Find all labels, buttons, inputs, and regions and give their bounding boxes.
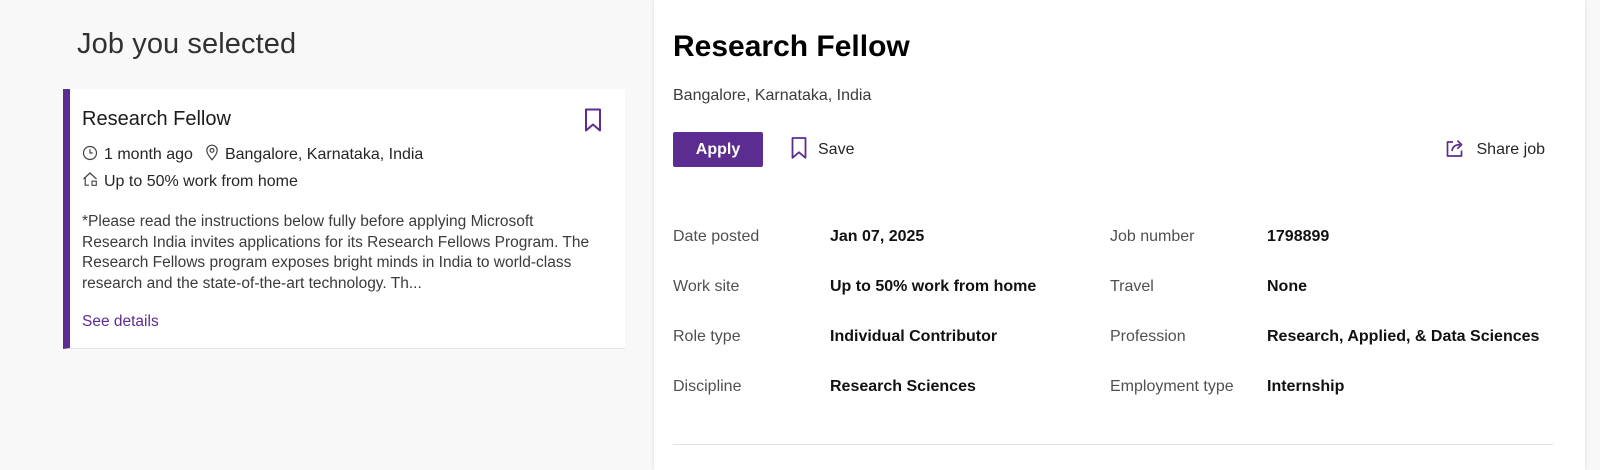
apply-button[interactable]: Apply	[673, 132, 763, 167]
field-label: Work site	[673, 278, 740, 295]
share-label: Share job	[1476, 141, 1546, 158]
share-job-button[interactable]: Share job	[1444, 136, 1546, 164]
job-card-worksite-label: Up to 50% work from home	[104, 172, 298, 190]
location-pin-icon	[205, 144, 219, 166]
field-discipline: Discipline Research Sciences	[673, 378, 976, 396]
job-card-description: *Please read the instructions below full…	[82, 213, 590, 292]
field-travel: Travel None	[1110, 278, 1307, 296]
field-employment-type: Employment type Internship	[1110, 378, 1344, 396]
clock-icon	[82, 145, 98, 166]
field-value: 1798899	[1267, 228, 1330, 245]
save-button[interactable]: Save	[790, 136, 854, 164]
job-card-title[interactable]: Research Fellow	[82, 108, 231, 131]
field-value: Up to 50% work from home	[830, 278, 1037, 295]
job-detail-panel: Research Fellow Bangalore, Karnataka, In…	[654, 0, 1585, 470]
bookmark-icon	[790, 136, 808, 165]
field-label: Travel	[1110, 278, 1154, 295]
field-value: Individual Contributor	[830, 328, 998, 345]
job-card[interactable]: Research Fellow 1 month ago Bangalore, K…	[63, 89, 625, 349]
field-label: Discipline	[673, 378, 742, 395]
field-label: Job number	[1110, 228, 1195, 245]
field-value: Jan 07, 2025	[830, 228, 925, 245]
job-card-meta: 1 month ago Bangalore, Karnataka, India	[82, 144, 423, 166]
field-label: Employment type	[1110, 378, 1234, 395]
see-details-link[interactable]: See details	[82, 313, 159, 331]
home-work-icon	[82, 171, 98, 192]
job-card-location: Bangalore, Karnataka, India	[224, 146, 424, 163]
selected-job-panel: Job you selected Research Fellow 1 month…	[0, 0, 650, 470]
field-value: Internship	[1267, 378, 1345, 395]
bookmark-icon[interactable]	[583, 107, 603, 133]
field-label: Role type	[673, 328, 741, 345]
selected-job-heading: Job you selected	[77, 28, 297, 60]
field-date-posted: Date posted Jan 07, 2025	[673, 228, 924, 246]
field-role-type: Role type Individual Contributor	[673, 328, 997, 346]
field-value: Research Sciences	[830, 378, 976, 395]
job-card-worksite: Up to 50% work from home	[82, 171, 298, 192]
field-label: Profession	[1110, 328, 1186, 345]
job-card-posted: 1 month ago	[104, 146, 193, 163]
job-detail-location: Bangalore, Karnataka, India	[673, 87, 872, 104]
field-profession: Profession Research, Applied, & Data Sci…	[1110, 328, 1539, 346]
field-label: Date posted	[673, 228, 760, 245]
field-job-number: Job number 1798899	[1110, 228, 1329, 246]
share-icon	[1444, 137, 1466, 164]
job-detail-title: Research Fellow	[673, 30, 910, 63]
field-value: None	[1267, 278, 1307, 295]
divider	[673, 444, 1553, 445]
field-work-site: Work site Up to 50% work from home	[673, 278, 1036, 296]
field-value: Research, Applied, & Data Sciences	[1267, 328, 1540, 345]
save-label: Save	[818, 141, 855, 158]
